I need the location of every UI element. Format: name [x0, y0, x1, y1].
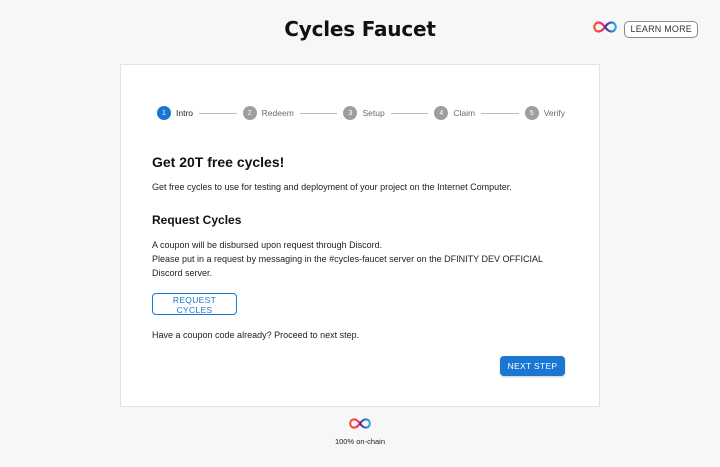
step-intro: 1 Intro [157, 106, 193, 120]
infinity-logo-icon [593, 20, 618, 38]
learn-more-button[interactable]: LEARN MORE [624, 20, 698, 38]
step-number: 3 [343, 106, 358, 120]
step-claim: 4 Claim [434, 106, 475, 120]
request-cycles-button[interactable]: REQUEST CYCLES [152, 293, 237, 315]
step-label: Redeem [261, 108, 294, 118]
step-number: 4 [434, 106, 449, 120]
footer: 100% on-chain [0, 416, 720, 446]
main-heading: Get 20T free cycles! [152, 154, 285, 170]
header-actions: LEARN MORE [593, 20, 698, 38]
step-number: 1 [157, 106, 171, 120]
step-redeem: 2 Redeem [242, 106, 294, 120]
infinity-logo-icon [349, 416, 371, 434]
step-connector [390, 112, 429, 114]
request-description: A coupon will be disbursed upon request … [152, 238, 562, 280]
step-label: Verify [543, 108, 565, 118]
step-connector [481, 112, 519, 114]
step-label: Intro [176, 108, 194, 118]
next-step-button[interactable]: NEXT STEP [500, 356, 565, 376]
request-line-2: Please put in a request by messaging in … [152, 254, 543, 278]
request-heading: Request Cycles [152, 213, 242, 227]
coupon-text: Have a coupon code already? Proceed to n… [152, 330, 360, 340]
step-label: Claim [453, 108, 476, 118]
step-setup: 3 Setup [343, 106, 385, 120]
step-connector [199, 112, 237, 114]
request-line-1: A coupon will be disbursed upon request … [152, 240, 383, 250]
step-connector [299, 112, 338, 114]
step-number: 5 [524, 106, 539, 120]
step-label: Setup [362, 108, 385, 118]
intro-text: Get free cycles to use for testing and d… [152, 182, 512, 192]
footer-text: 100% on-chain [334, 437, 386, 446]
faucet-card: 1 Intro 2 Redeem 3 Setup 4 Claim 5 Verif… [120, 64, 600, 407]
step-number: 2 [242, 106, 257, 120]
stepper: 1 Intro 2 Redeem 3 Setup 4 Claim 5 Verif… [157, 106, 565, 120]
step-verify: 5 Verify [524, 106, 565, 120]
